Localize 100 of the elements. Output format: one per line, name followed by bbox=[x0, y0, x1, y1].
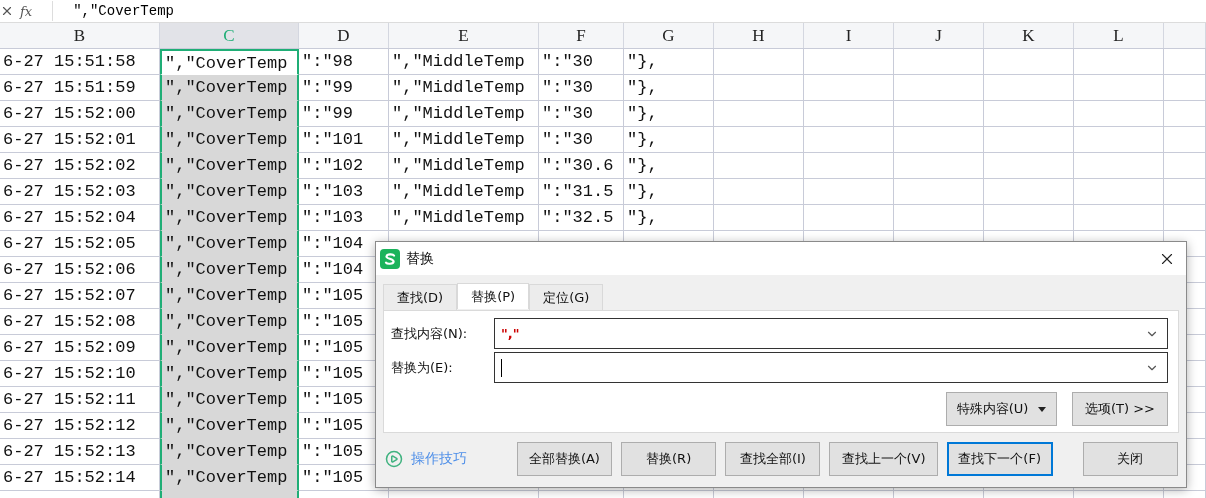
column-header[interactable]: J bbox=[894, 23, 984, 48]
dialog-button[interactable]: 全部替换(A) bbox=[516, 442, 612, 476]
table-cell: ","CoverTemp bbox=[160, 465, 299, 491]
table-cell-text: 6-27 15:51:58 bbox=[2, 51, 137, 73]
table-cell-text: ":"105 bbox=[301, 415, 365, 437]
table-cell-text: "}, bbox=[626, 77, 659, 99]
table-cell-text: "}, bbox=[626, 103, 659, 125]
table-cell-text: ","MiddleTemp bbox=[391, 207, 526, 229]
table-cell-text: 6-27 15:52:04 bbox=[2, 207, 137, 229]
table-cell-text: ","MiddleTemp bbox=[391, 129, 526, 151]
table-cell-text: ":"105 bbox=[301, 337, 365, 359]
cancel-icon[interactable] bbox=[0, 4, 14, 18]
table-cell-text: "}, bbox=[626, 51, 659, 73]
table-cell: ","CoverTemp bbox=[160, 309, 299, 335]
dialog-button[interactable]: 关闭 bbox=[1082, 442, 1178, 476]
table-cell-text: 6-27 15:52:00 bbox=[2, 103, 137, 125]
combo-field[interactable] bbox=[494, 352, 1168, 383]
table-cell-text: 6-27 15:52:01 bbox=[2, 129, 137, 151]
table-cell-text: ":"98 bbox=[301, 51, 354, 73]
table-cell: ","CoverTemp bbox=[160, 101, 299, 127]
options-button[interactable]: 选项(T) >> bbox=[1072, 392, 1168, 426]
table-cell-text: ":"104 bbox=[301, 259, 365, 281]
table-cell: ","CoverTemp bbox=[160, 335, 299, 361]
table-cell-text: 6-27 15:52:06 bbox=[2, 259, 137, 281]
table-cell-text: ":"30.6 bbox=[541, 155, 615, 177]
table-cell-text: 6-27 15:52:03 bbox=[2, 181, 137, 203]
dialog-button[interactable]: 查找下一个(F) bbox=[946, 442, 1053, 476]
formula-field[interactable]: ","CoverTemp bbox=[52, 1, 1206, 21]
table-cell: ","CoverTemp bbox=[160, 153, 299, 179]
table-cell: ","CoverTemp bbox=[160, 439, 299, 465]
column-header[interactable]: D bbox=[299, 23, 389, 48]
table-cell-text: ":"104 bbox=[301, 233, 365, 255]
table-cell-text: "}, bbox=[626, 181, 659, 203]
dialog-button[interactable]: 替换(R) bbox=[621, 442, 717, 476]
table-cell: ","CoverTemp bbox=[160, 257, 299, 283]
table-cell-text: "}, bbox=[626, 129, 659, 151]
table-cell: ","CoverTemp bbox=[160, 387, 299, 413]
table-cell-text: 6-27 15:52:02 bbox=[2, 155, 137, 177]
table-cell: ","CoverTemp bbox=[160, 361, 299, 387]
table-cell-text: ":"105 bbox=[301, 467, 365, 489]
table-cell-text: ":"105 bbox=[301, 311, 365, 333]
table-cell-text: 6-27 15:52:14 bbox=[2, 467, 137, 489]
table-cell-text: 6-27 15:52:11 bbox=[2, 389, 137, 411]
table-cell-text: 6-27 15:52:12 bbox=[2, 415, 137, 437]
column-header[interactable]: I bbox=[804, 23, 894, 48]
column-header[interactable]: E bbox=[389, 23, 539, 48]
table-cell-text: 6-27 15:51:59 bbox=[2, 77, 137, 99]
column-header[interactable]: L bbox=[1074, 23, 1164, 48]
table-cell-text: ":"99 bbox=[301, 77, 354, 99]
field-label: 查找内容(N): bbox=[391, 324, 469, 343]
table-cell-text: ":"102 bbox=[301, 155, 365, 177]
table-cell-text: ","MiddleTemp bbox=[391, 181, 526, 203]
table-cell-text: ":"32.5 bbox=[541, 207, 615, 229]
column-header[interactable]: G bbox=[624, 23, 714, 48]
table-cell: ","CoverTemp bbox=[160, 205, 299, 231]
dialog-tab[interactable]: 替换(P) bbox=[457, 283, 530, 309]
table-cell-text: ","MiddleTemp bbox=[391, 155, 526, 177]
table-cell-text: ":"105 bbox=[301, 285, 365, 307]
table-cell-text: "}, bbox=[626, 207, 659, 229]
table-cell-text: ","MiddleTemp bbox=[391, 51, 526, 73]
dialog-button[interactable]: 查找全部(I) bbox=[725, 442, 821, 476]
column-header[interactable]: H bbox=[714, 23, 804, 48]
play-icon bbox=[385, 450, 403, 468]
column-header[interactable]: K bbox=[984, 23, 1074, 48]
table-cell-text: 6-27 15:52:05 bbox=[2, 233, 137, 255]
table-cell-text: ":"105 bbox=[301, 389, 365, 411]
table-cell-text: ":"105 bbox=[301, 441, 365, 463]
dialog-button[interactable]: 查找上一个(V) bbox=[829, 442, 938, 476]
table-cell-text: ":"99 bbox=[301, 103, 354, 125]
table-cell-text: ":"101 bbox=[301, 129, 365, 151]
column-header[interactable]: F bbox=[539, 23, 624, 48]
table-cell-text: ","MiddleTemp bbox=[391, 103, 526, 125]
table-cell: ","CoverTemp bbox=[160, 127, 299, 153]
table-cell-text: 6-27 15:52:07 bbox=[2, 285, 137, 307]
table-cell: ","CoverTemp bbox=[160, 49, 299, 75]
dialog-tab[interactable]: 定位(G) bbox=[529, 284, 604, 310]
table-cell-text: ":"103 bbox=[301, 207, 365, 229]
dialog-tab[interactable]: 查找(D) bbox=[383, 284, 458, 310]
table-cell-text: 6-27 15:52:10 bbox=[2, 363, 137, 385]
table-cell: ","CoverTemp bbox=[160, 283, 299, 309]
table-cell-text: ":"30 bbox=[541, 129, 594, 151]
table-cell-text: "}, bbox=[626, 155, 659, 177]
table-cell-text: 6-27 15:52:13 bbox=[2, 441, 137, 463]
table-cell: ","CoverTemp bbox=[160, 75, 299, 101]
caret-icon bbox=[1038, 406, 1047, 412]
table-cell-text: 6-27 15:52:08 bbox=[2, 311, 137, 333]
dialog-title: 替换 bbox=[406, 249, 435, 268]
combo-field[interactable]: "," bbox=[494, 318, 1168, 349]
function-label[interactable]: fx bbox=[20, 3, 33, 19]
table-cell: ","CoverTemp bbox=[160, 231, 299, 257]
table-cell-text: ":"103 bbox=[301, 181, 365, 203]
table-cell-text: ":"30 bbox=[541, 51, 594, 73]
table-cell-text: ","MiddleTemp bbox=[391, 77, 526, 99]
table-cell-text: ":"30 bbox=[541, 77, 594, 99]
table-cell-text: ":"31.5 bbox=[541, 181, 615, 203]
table-cell-text: 6-27 15:52:09 bbox=[2, 337, 137, 359]
app-logo-icon bbox=[380, 248, 400, 269]
table-cell: ","CoverTemp bbox=[160, 413, 299, 439]
field-label: 替换为(E): bbox=[391, 358, 454, 377]
special-content-button[interactable]: 特殊内容(U) bbox=[946, 392, 1057, 426]
